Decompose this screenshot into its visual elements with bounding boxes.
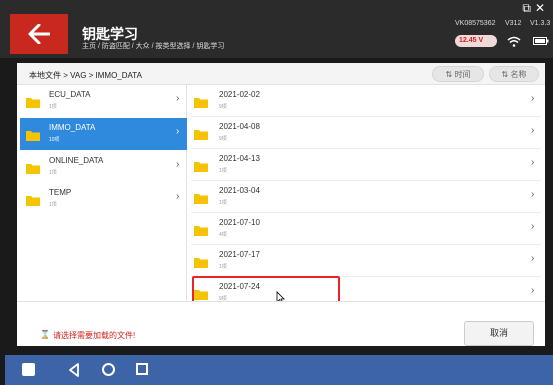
subfolder-count: 1项 bbox=[219, 200, 227, 206]
subfolder-name: 2021-04-13 bbox=[219, 154, 260, 163]
voltage-value: 12.45 V bbox=[459, 37, 484, 44]
subfolder-name: 2021-03-04 bbox=[219, 186, 260, 195]
folder-icon bbox=[26, 196, 40, 206]
sort-time-label: 时间 bbox=[454, 70, 471, 79]
chevron-right-icon: › bbox=[176, 93, 180, 104]
sort-icon: ⇅ bbox=[501, 70, 509, 79]
chevron-right-icon: › bbox=[531, 285, 535, 296]
folder-item-online-data[interactable]: ONLINE_DATA 1项 › bbox=[20, 151, 187, 183]
subfolder-name: 2021-02-02 bbox=[219, 90, 260, 99]
folder-icon bbox=[194, 162, 208, 172]
window-controls[interactable]: ⧉✕ bbox=[522, 1, 549, 16]
subfolder-item[interactable]: 2021-07-17 1项 › bbox=[191, 245, 541, 277]
cancel-button[interactable]: 取消 bbox=[464, 321, 534, 346]
chevron-right-icon: › bbox=[176, 126, 180, 137]
action-bar: ⌛ 请选择需要加载的文件! 取消 bbox=[17, 301, 545, 346]
screen: 钥匙学习 主页 / 防盗匹配 / 大众 / 按类型选择 / 钥匙学习 ⧉✕ VK… bbox=[0, 0, 553, 385]
sort-by-name-button[interactable]: ⇅ 名称 bbox=[489, 66, 539, 82]
chevron-right-icon: › bbox=[531, 221, 535, 232]
folder-name: ECU_DATA bbox=[49, 90, 91, 99]
chevron-right-icon: › bbox=[531, 189, 535, 200]
chevron-right-icon: › bbox=[531, 125, 535, 136]
android-nav-bar bbox=[5, 355, 553, 385]
folder-icon bbox=[194, 130, 208, 140]
folder-icon bbox=[194, 226, 208, 236]
folder-count: 1项 bbox=[49, 202, 57, 208]
folder-name: ONLINE_DATA bbox=[49, 156, 104, 165]
app-switch-icon[interactable] bbox=[22, 363, 35, 376]
folder-icon bbox=[26, 131, 40, 141]
header: 钥匙学习 主页 / 防盗匹配 / 大众 / 按类型选择 / 钥匙学习 ⧉✕ VK… bbox=[0, 0, 553, 58]
subfolder-list: 2021-02-02 9项 › 2021-04-08 9项 › 2021-04-… bbox=[188, 85, 545, 312]
folder-icon bbox=[194, 258, 208, 268]
chevron-right-icon: › bbox=[176, 159, 180, 170]
chevron-right-icon: › bbox=[531, 253, 535, 264]
sort-name-label: 名称 bbox=[510, 70, 527, 79]
folder-item-ecu-data[interactable]: ECU_DATA 1项 › bbox=[20, 85, 187, 117]
folder-item-immo-data[interactable]: IMMO_DATA 10项 › bbox=[20, 118, 187, 150]
file-path: 本地文件 > VAG > IMMO_DATA bbox=[29, 71, 142, 80]
subfolder-name: 2021-04-08 bbox=[219, 122, 260, 131]
subfolder-count: 9项 bbox=[219, 104, 227, 110]
hourglass-icon: ⌛ bbox=[40, 330, 50, 339]
nav-home-icon[interactable] bbox=[102, 363, 115, 376]
subfolder-count: 1项 bbox=[219, 264, 227, 270]
file-browser-panel: 本地文件 > VAG > IMMO_DATA ⇅ 时间 ⇅ 名称 ECU_DAT… bbox=[17, 63, 545, 346]
vin-label: VK08575362 bbox=[455, 20, 496, 27]
wifi-icon bbox=[507, 36, 521, 47]
subfolder-item[interactable]: 2021-04-08 9项 › bbox=[191, 117, 541, 149]
subfolder-item[interactable]: 2021-02-02 9项 › bbox=[191, 85, 541, 117]
folder-name: TEMP bbox=[49, 188, 72, 197]
sort-by-time-button[interactable]: ⇅ 时间 bbox=[432, 66, 484, 82]
folder-list: ECU_DATA 1项 › IMMO_DATA 10项 › ONLINE_DAT… bbox=[17, 85, 187, 300]
folder-icon bbox=[26, 98, 40, 108]
subfolder-item[interactable]: 2021-04-13 1项 › bbox=[191, 149, 541, 181]
hint-message: 请选择需要加载的文件! bbox=[53, 331, 136, 340]
folder-name: IMMO_DATA bbox=[49, 123, 96, 132]
folder-count: 10项 bbox=[49, 137, 60, 143]
subfolder-item[interactable]: 2021-07-10 4项 › bbox=[191, 213, 541, 245]
battery-voltage-badge: 12.45 V bbox=[455, 35, 497, 47]
folder-count: 1项 bbox=[49, 104, 57, 110]
chevron-right-icon: › bbox=[531, 93, 535, 104]
app-version-label: V1.3.3 bbox=[530, 20, 551, 27]
folder-icon bbox=[194, 98, 208, 108]
chevron-right-icon: › bbox=[176, 191, 180, 202]
subfolder-name: 2021-07-10 bbox=[219, 218, 260, 227]
folder-icon bbox=[26, 164, 40, 174]
version-label: V312 bbox=[505, 20, 522, 27]
path-bar: 本地文件 > VAG > IMMO_DATA ⇅ 时间 ⇅ 名称 bbox=[17, 63, 545, 85]
subfolder-item[interactable]: 2021-03-04 1项 › bbox=[191, 181, 541, 213]
folder-icon bbox=[194, 194, 208, 204]
sort-icon: ⇅ bbox=[445, 70, 453, 79]
subfolder-count: 1项 bbox=[219, 168, 227, 174]
subfolder-count: 9项 bbox=[219, 136, 227, 142]
breadcrumb: 主页 / 防盗匹配 / 大众 / 按类型选择 / 钥匙学习 bbox=[82, 43, 225, 50]
subfolder-count: 4项 bbox=[219, 232, 227, 238]
back-button[interactable] bbox=[10, 14, 68, 54]
subfolder-name: 2021-07-17 bbox=[219, 250, 260, 259]
chevron-right-icon: › bbox=[531, 157, 535, 168]
nav-back-icon[interactable] bbox=[68, 363, 80, 377]
battery-icon bbox=[533, 37, 549, 45]
arrow-left-icon bbox=[28, 24, 50, 44]
folder-count: 1项 bbox=[49, 170, 57, 176]
folder-item-temp[interactable]: TEMP 1项 › bbox=[20, 183, 187, 215]
nav-recent-apps-icon[interactable] bbox=[136, 363, 148, 375]
